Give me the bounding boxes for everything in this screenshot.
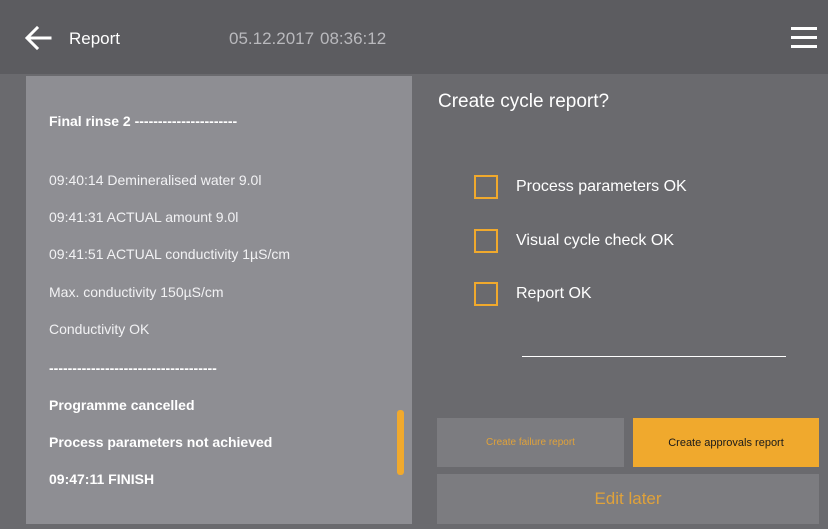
log-line: 09:41:51 ACTUAL conductivity 1µS/cm	[49, 246, 290, 262]
checkbox-label: Process parameters OK	[516, 178, 687, 195]
log-line: Process parameters not achieved	[49, 434, 273, 450]
log-line: 09:47:11 FINISH	[49, 471, 155, 487]
create-failure-report-button[interactable]: Create failure report	[437, 418, 624, 467]
checkbox-label: Report OK	[516, 285, 592, 302]
checkbox[interactable]	[474, 175, 498, 199]
log-line: 09:41:31 ACTUAL amount 9.0l	[49, 209, 239, 225]
log-line: Conductivity OK	[49, 321, 150, 337]
log-line: Final rinse 2 ----------------------	[49, 113, 238, 129]
report-ok-checkbox-row[interactable]: Report OK	[474, 281, 592, 307]
dialog-question: Create cycle report?	[438, 91, 610, 112]
log-line: ------------------------------------	[49, 360, 217, 376]
report-log-panel[interactable]: Final rinse 2 ---------------------- 09:…	[26, 76, 412, 524]
arrow-left-icon[interactable]	[22, 22, 54, 54]
page-title: Report	[69, 29, 121, 48]
signature-line[interactable]	[522, 356, 786, 357]
checkbox[interactable]	[474, 282, 498, 306]
log-line: Programme cancelled	[49, 397, 195, 413]
edit-later-button[interactable]: Edit later	[437, 474, 819, 524]
create-approvals-report-button[interactable]: Create approvals report	[633, 418, 819, 467]
visual-check-checkbox-row[interactable]: Visual cycle check OK	[474, 228, 674, 254]
process-parameters-checkbox-row[interactable]: Process parameters OK	[474, 174, 687, 200]
checkbox-label: Visual cycle check OK	[516, 232, 674, 249]
log-line: 09:40:14 Demineralised water 9.0l	[49, 172, 262, 188]
log-line: Max. conductivity 150µS/cm	[49, 284, 224, 300]
hamburger-menu-icon[interactable]	[789, 23, 819, 53]
header-date: 05.12.2017	[229, 29, 315, 48]
checkbox[interactable]	[474, 229, 498, 253]
header-time: 08:36:12	[320, 29, 387, 48]
scrollbar-thumb[interactable]	[397, 410, 404, 475]
top-bar: Report 05.12.2017 08:36:12	[0, 0, 828, 74]
